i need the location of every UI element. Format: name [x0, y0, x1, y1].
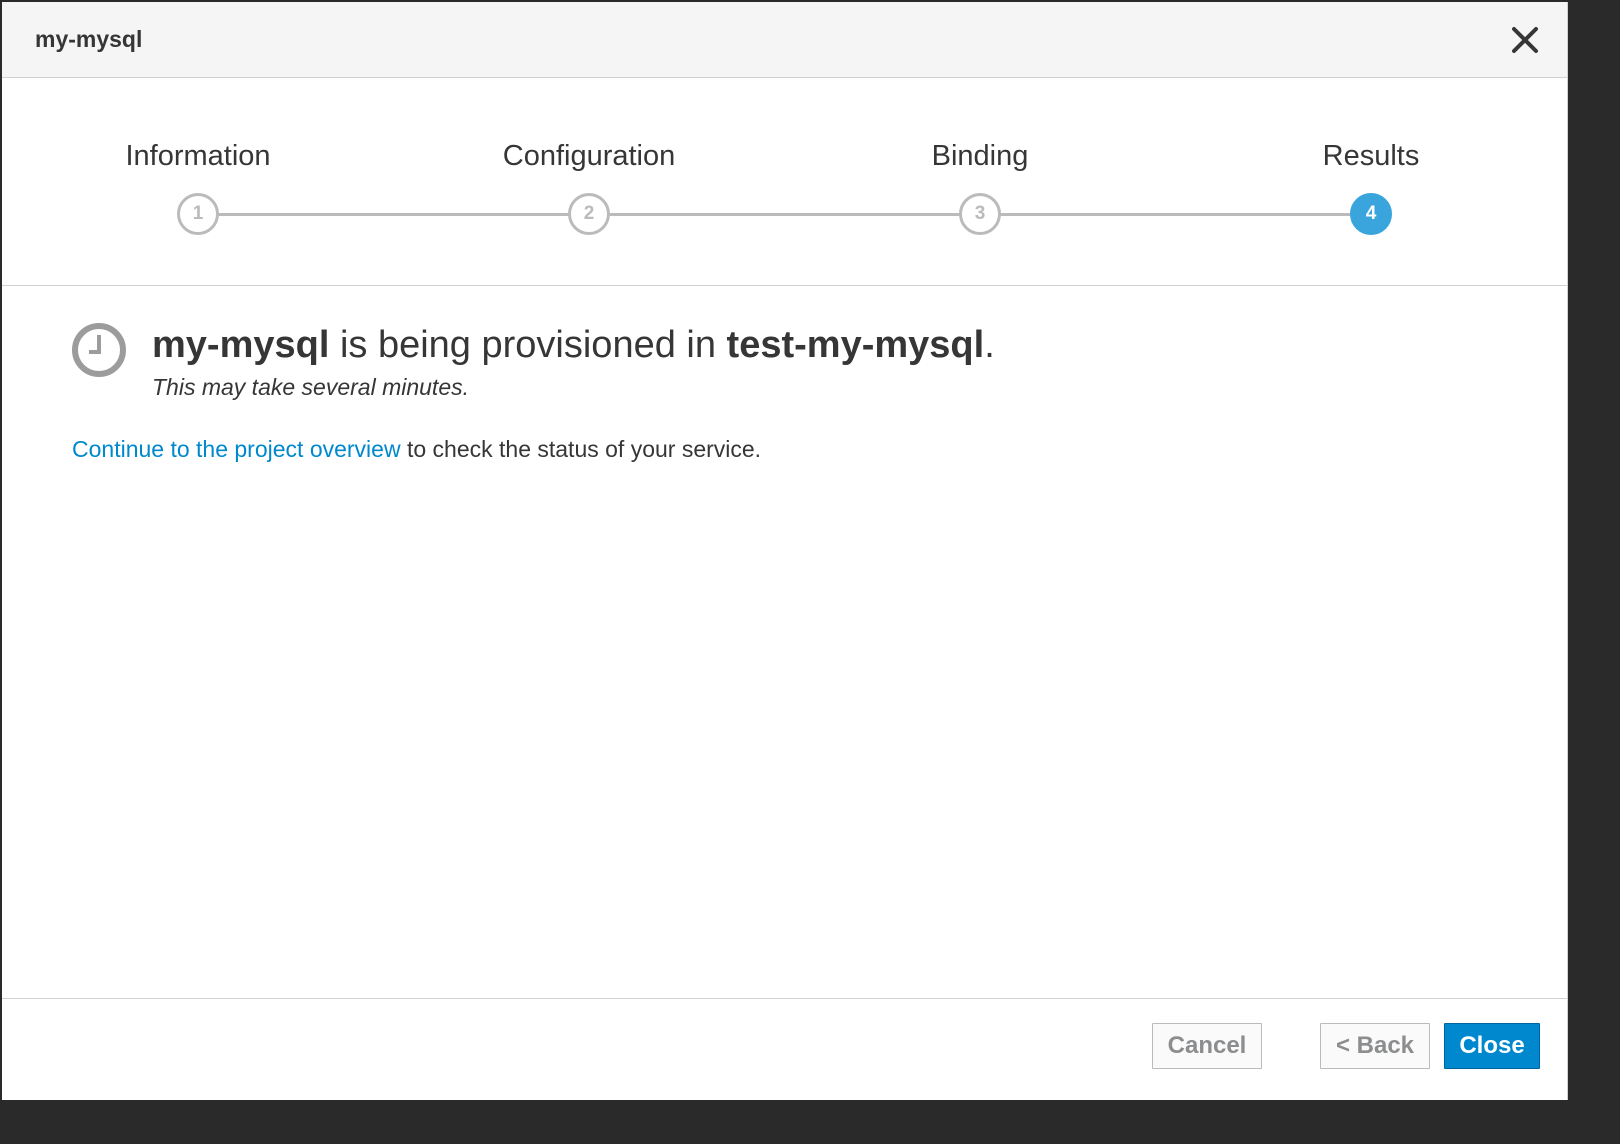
modal-footer: Cancel < Back Close — [2, 998, 1567, 1100]
back-button[interactable]: < Back — [1320, 1023, 1430, 1069]
modal-header: my-mysql — [2, 2, 1567, 78]
result-body: my-mysql is being provisioned in test-my… — [2, 286, 1567, 999]
step-2-circle[interactable]: 2 — [568, 193, 610, 235]
modal-title: my-mysql — [35, 26, 143, 52]
step-track — [198, 213, 1370, 216]
project-name: test-my-mysql — [726, 324, 985, 366]
provisioning-headline: my-mysql is being provisioned in test-my… — [152, 324, 995, 367]
step-label-results: Results — [1322, 140, 1420, 172]
overview-message: Continue to the project overview to chec… — [72, 436, 761, 463]
step-4-circle[interactable]: 4 — [1350, 193, 1392, 235]
close-button[interactable]: Close — [1444, 1023, 1540, 1069]
headline-middle-text: is being provisioned in — [329, 324, 727, 366]
headline-period: . — [984, 324, 995, 366]
step-label-information: Information — [125, 140, 271, 172]
close-icon[interactable] — [1509, 24, 1541, 56]
wizard-steps: Information Configuration Binding Result… — [2, 78, 1567, 286]
step-1-circle[interactable]: 1 — [177, 193, 219, 235]
provisioning-subtitle: This may take several minutes. — [152, 374, 470, 400]
cancel-button[interactable]: Cancel — [1152, 1023, 1262, 1069]
clock-icon — [72, 323, 126, 377]
wizard-modal: my-mysql Information Configuration Bindi… — [2, 2, 1568, 1100]
step-label-configuration: Configuration — [502, 140, 676, 172]
step-3-circle[interactable]: 3 — [959, 193, 1001, 235]
project-overview-link[interactable]: Continue to the project overview — [72, 436, 401, 462]
overview-message-text: to check the status of your service. — [400, 436, 762, 462]
step-label-binding: Binding — [931, 140, 1029, 172]
service-name: my-mysql — [152, 324, 330, 366]
